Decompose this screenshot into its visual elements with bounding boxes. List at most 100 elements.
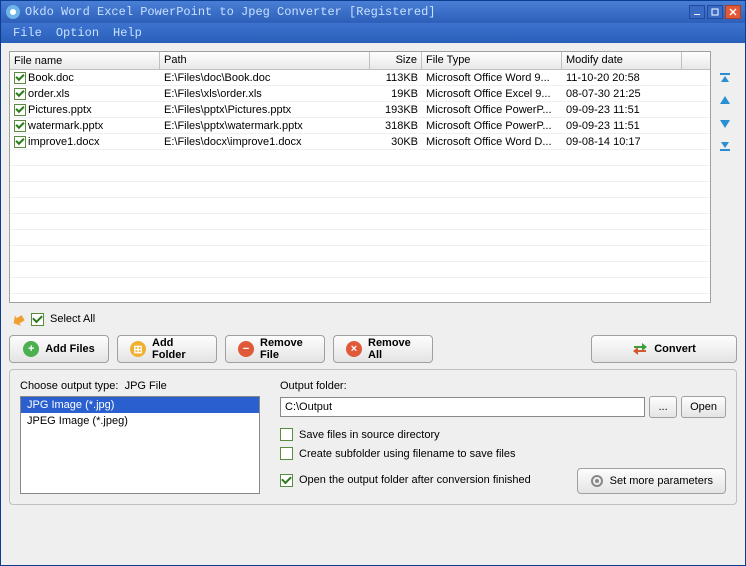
list-item[interactable]: JPEG Image (*.jpeg) bbox=[21, 413, 259, 429]
table-body: Book.doc E:\Files\doc\Book.doc 113KB Mic… bbox=[10, 70, 710, 302]
cell-type: Microsoft Office PowerP... bbox=[422, 104, 562, 116]
gear-icon bbox=[590, 474, 604, 488]
maximize-button[interactable] bbox=[707, 5, 723, 19]
cell-type: Microsoft Office Excel 9... bbox=[422, 88, 562, 100]
action-buttons: +Add Files ⊞Add Folder −Remove File ×Rem… bbox=[9, 335, 737, 363]
convert-icon bbox=[632, 343, 648, 355]
table-row[interactable]: improve1.docx E:\Files\docx\improve1.doc… bbox=[10, 134, 710, 150]
create-subfolder-checkbox[interactable] bbox=[280, 447, 293, 460]
cell-name: Pictures.pptx bbox=[28, 104, 92, 116]
col-header-date[interactable]: Modify date bbox=[562, 52, 682, 69]
menu-help[interactable]: Help bbox=[107, 24, 148, 42]
empty-row bbox=[10, 278, 710, 294]
save-source-label: Save files in source directory bbox=[299, 429, 440, 441]
table-row[interactable]: Pictures.pptx E:\Files\pptx\Pictures.ppt… bbox=[10, 102, 710, 118]
close-button[interactable] bbox=[725, 5, 741, 19]
cell-path: E:\Files\doc\Book.doc bbox=[160, 72, 370, 84]
cell-date: 11-10-20 20:58 bbox=[562, 72, 682, 84]
remove-all-button[interactable]: ×Remove All bbox=[333, 335, 433, 363]
move-down-icon[interactable] bbox=[715, 113, 735, 133]
list-item[interactable]: JPG Image (*.jpg) bbox=[21, 397, 259, 413]
folder-icon: ⊞ bbox=[130, 341, 146, 357]
cell-type: Microsoft Office Word 9... bbox=[422, 72, 562, 84]
empty-row bbox=[10, 166, 710, 182]
table-row[interactable]: order.xls E:\Files\xls\order.xls 19KB Mi… bbox=[10, 86, 710, 102]
cell-path: E:\Files\pptx\Pictures.pptx bbox=[160, 104, 370, 116]
empty-row bbox=[10, 262, 710, 278]
empty-row bbox=[10, 246, 710, 262]
col-header-name[interactable]: File name bbox=[10, 52, 160, 69]
cell-name: watermark.pptx bbox=[28, 120, 103, 132]
empty-row bbox=[10, 182, 710, 198]
open-folder-button[interactable]: Open bbox=[681, 396, 726, 418]
create-subfolder-label: Create subfolder using filename to save … bbox=[299, 448, 515, 460]
row-checkbox[interactable] bbox=[14, 136, 26, 148]
move-top-icon[interactable] bbox=[715, 69, 735, 89]
table-header: File name Path Size File Type Modify dat… bbox=[10, 52, 710, 70]
convert-button[interactable]: Convert bbox=[591, 335, 737, 363]
browse-button[interactable]: ... bbox=[649, 396, 677, 418]
cell-type: Microsoft Office Word D... bbox=[422, 136, 562, 148]
empty-row bbox=[10, 198, 710, 214]
col-header-type[interactable]: File Type bbox=[422, 52, 562, 69]
row-checkbox[interactable] bbox=[14, 72, 26, 84]
add-icon: + bbox=[23, 341, 39, 357]
cell-size: 19KB bbox=[370, 88, 422, 100]
menu-option[interactable]: Option bbox=[50, 24, 105, 42]
set-more-parameters-button[interactable]: Set more parameters bbox=[577, 468, 726, 494]
empty-row bbox=[10, 230, 710, 246]
main-window: Okdo Word Excel PowerPoint to Jpeg Conve… bbox=[0, 0, 746, 566]
save-source-checkbox[interactable] bbox=[280, 428, 293, 441]
reorder-toolbar bbox=[715, 51, 737, 303]
select-all-label: Select All bbox=[50, 313, 95, 325]
move-bottom-icon[interactable] bbox=[715, 135, 735, 155]
cell-path: E:\Files\pptx\watermark.pptx bbox=[160, 120, 370, 132]
table-row[interactable]: Book.doc E:\Files\doc\Book.doc 113KB Mic… bbox=[10, 70, 710, 86]
table-row[interactable]: watermark.pptx E:\Files\pptx\watermark.p… bbox=[10, 118, 710, 134]
remove-icon: − bbox=[238, 341, 254, 357]
open-after-label: Open the output folder after conversion … bbox=[299, 474, 531, 486]
output-type-label: Choose output type: JPG File bbox=[20, 380, 260, 392]
bottom-panel: Choose output type: JPG File JPG Image (… bbox=[9, 369, 737, 505]
menu-file[interactable]: File bbox=[7, 24, 48, 42]
col-header-path[interactable]: Path bbox=[160, 52, 370, 69]
output-type-listbox[interactable]: JPG Image (*.jpg)JPEG Image (*.jpeg) bbox=[20, 396, 260, 494]
remove-all-icon: × bbox=[346, 341, 362, 357]
cell-name: improve1.docx bbox=[28, 136, 100, 148]
cell-type: Microsoft Office PowerP... bbox=[422, 120, 562, 132]
cell-path: E:\Files\docx\improve1.docx bbox=[160, 136, 370, 148]
cell-size: 193KB bbox=[370, 104, 422, 116]
empty-row bbox=[10, 214, 710, 230]
cell-name: Book.doc bbox=[28, 72, 74, 84]
back-arrow-icon[interactable] bbox=[9, 311, 25, 327]
col-header-size[interactable]: Size bbox=[370, 52, 422, 69]
remove-file-button[interactable]: −Remove File bbox=[225, 335, 325, 363]
minimize-button[interactable] bbox=[689, 5, 705, 19]
output-type-section: Choose output type: JPG File JPG Image (… bbox=[20, 380, 260, 494]
cell-size: 30KB bbox=[370, 136, 422, 148]
cell-size: 318KB bbox=[370, 120, 422, 132]
output-folder-input[interactable] bbox=[280, 397, 645, 417]
row-checkbox[interactable] bbox=[14, 104, 26, 116]
window-title: Okdo Word Excel PowerPoint to Jpeg Conve… bbox=[25, 5, 689, 19]
output-folder-label: Output folder: bbox=[280, 380, 726, 392]
row-checkbox[interactable] bbox=[14, 120, 26, 132]
select-all-checkbox[interactable] bbox=[31, 313, 44, 326]
file-table: File name Path Size File Type Modify dat… bbox=[9, 51, 711, 303]
add-folder-button[interactable]: ⊞Add Folder bbox=[117, 335, 217, 363]
titlebar: Okdo Word Excel PowerPoint to Jpeg Conve… bbox=[1, 1, 745, 23]
output-folder-section: Output folder: ... Open Save files in so… bbox=[280, 380, 726, 494]
cell-date: 08-07-30 21:25 bbox=[562, 88, 682, 100]
cell-date: 09-09-23 11:51 bbox=[562, 104, 682, 116]
empty-row bbox=[10, 150, 710, 166]
content-area: File name Path Size File Type Modify dat… bbox=[1, 43, 745, 565]
move-up-icon[interactable] bbox=[715, 91, 735, 111]
menubar: File Option Help bbox=[1, 23, 745, 43]
app-icon bbox=[5, 4, 21, 20]
open-after-checkbox[interactable] bbox=[280, 474, 293, 487]
select-all-row: Select All bbox=[9, 309, 737, 329]
add-files-button[interactable]: +Add Files bbox=[9, 335, 109, 363]
cell-name: order.xls bbox=[28, 88, 70, 100]
row-checkbox[interactable] bbox=[14, 88, 26, 100]
cell-date: 09-08-14 10:17 bbox=[562, 136, 682, 148]
